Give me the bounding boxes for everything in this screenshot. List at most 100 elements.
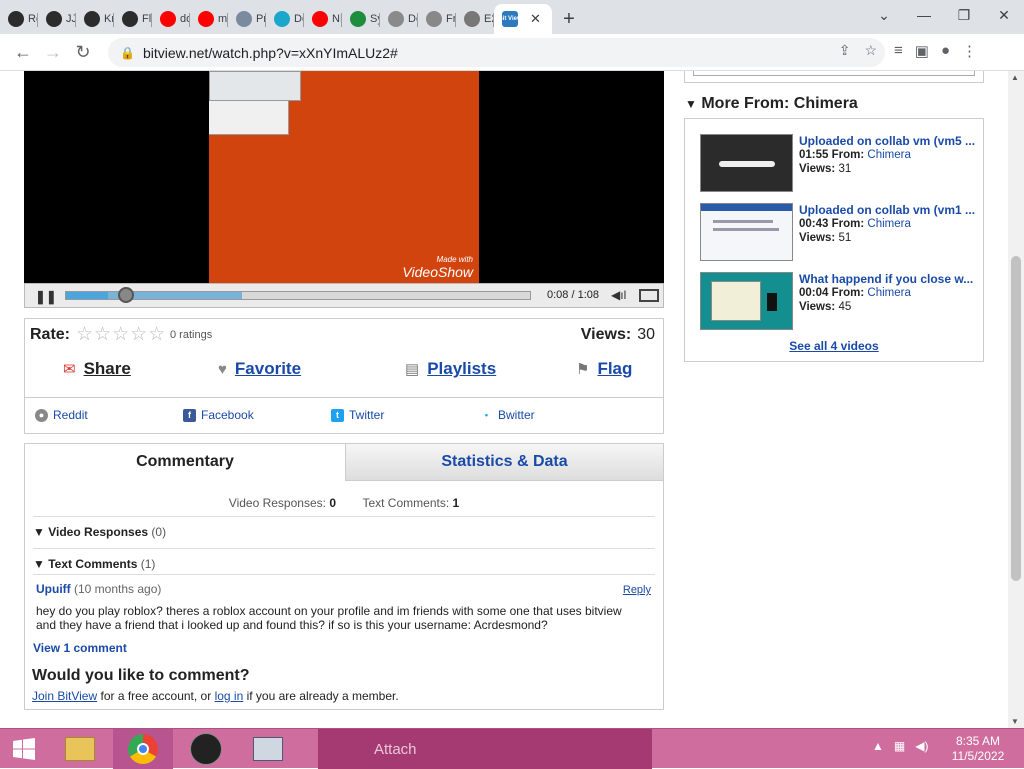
- share-facebook[interactable]: f Facebook: [183, 408, 254, 422]
- tab-0[interactable]: Rol: [0, 4, 38, 34]
- join-link[interactable]: Join BitView: [32, 689, 97, 703]
- bwitter-label[interactable]: Bwitter: [498, 408, 535, 422]
- new-tab-button[interactable]: +: [552, 4, 586, 34]
- tab-strip: Rol JJS Km Flu do ma Pri Do NE Syr Do Fre E2( Bit Vi…: [0, 0, 1024, 34]
- address-bar[interactable]: 🔒 bitview.net/watch.php?v=xXnYImALUz2# ⇪…: [108, 38, 885, 67]
- tab-search-icon[interactable]: ⌄: [864, 0, 904, 30]
- video-author[interactable]: Chimera: [867, 287, 910, 299]
- sidebar-input-edge[interactable]: [693, 71, 975, 76]
- forward-icon[interactable]: →: [38, 42, 68, 63]
- attach-button[interactable]: Attach: [318, 729, 652, 769]
- tab-10[interactable]: Do: [380, 4, 418, 34]
- video-thumbnail[interactable]: [700, 134, 793, 192]
- monitor-taskbar-icon[interactable]: [238, 729, 298, 769]
- page-scrollbar[interactable]: ▲ ▼: [1008, 71, 1024, 728]
- close-tab-icon[interactable]: ✕: [530, 11, 541, 27]
- tab-8[interactable]: NE: [304, 4, 342, 34]
- view-comments-link[interactable]: View 1 comment: [33, 641, 127, 655]
- join-text-mid: for a free account, or: [97, 689, 215, 703]
- tab-commentary[interactable]: Commentary: [25, 444, 345, 481]
- tab-12[interactable]: E2(: [456, 4, 494, 34]
- seek-handle[interactable]: [118, 287, 134, 303]
- video-player[interactable]: Made with VideoShow: [24, 71, 664, 283]
- side-panel-icon[interactable]: ▣: [915, 42, 929, 60]
- tab-3[interactable]: Flu: [114, 4, 152, 34]
- playlists-label[interactable]: Playlists: [427, 359, 496, 379]
- video-title[interactable]: What happend if you close w...: [799, 272, 979, 286]
- video-thumbnail[interactable]: [700, 203, 793, 261]
- reply-link[interactable]: Reply: [623, 584, 651, 596]
- tab-6[interactable]: Pri: [228, 4, 266, 34]
- tab-1[interactable]: JJS: [38, 4, 76, 34]
- scrollbar-thumb[interactable]: [1011, 256, 1021, 581]
- related-video-item[interactable]: What happend if you close w... 00:04 Fro…: [700, 272, 985, 332]
- video-thumbnail[interactable]: [700, 272, 793, 330]
- volume-tray-icon[interactable]: ◀): [915, 739, 928, 753]
- scroll-down-icon[interactable]: ▼: [1011, 717, 1019, 726]
- tab-active-bitview[interactable]: Bit View ✕: [494, 4, 552, 34]
- twitter-label[interactable]: Twitter: [349, 408, 384, 422]
- chrome-taskbar-icon[interactable]: [113, 729, 173, 769]
- thumb-graphic: [713, 220, 773, 223]
- share-page-icon[interactable]: ⇪: [839, 42, 851, 59]
- text-comments-section-header[interactable]: ▼ Text Comments (1): [33, 548, 655, 571]
- video-title[interactable]: Uploaded on collab vm (vm1 ...: [799, 203, 979, 217]
- url-text[interactable]: bitview.net/watch.php?v=xXnYImALUz2#: [143, 45, 398, 61]
- share-twitter[interactable]: t Twitter: [331, 408, 384, 422]
- fullscreen-icon[interactable]: [639, 289, 659, 302]
- video-meta: 01:55 From: Chimera: [799, 149, 911, 161]
- tab-9[interactable]: Syr: [342, 4, 380, 34]
- file-explorer-icon[interactable]: [50, 729, 110, 769]
- flag-button[interactable]: ⚑ Flag: [576, 359, 632, 379]
- progress-bar[interactable]: [65, 291, 531, 300]
- see-all-videos-link[interactable]: See all 4 videos: [685, 339, 983, 353]
- app-taskbar-icon[interactable]: [176, 729, 236, 769]
- start-button[interactable]: [0, 729, 48, 769]
- tab-2[interactable]: Km: [76, 4, 114, 34]
- rating-stars[interactable]: ☆☆☆☆☆: [76, 323, 166, 346]
- related-video-item[interactable]: Uploaded on collab vm (vm5 ... 01:55 Fro…: [700, 134, 985, 194]
- pause-icon[interactable]: ❚❚: [35, 289, 57, 305]
- system-clock[interactable]: 8:35 AM 11/5/2022: [948, 734, 1008, 764]
- share-button[interactable]: ✉ Share: [63, 359, 131, 379]
- reload-icon[interactable]: ↻: [68, 42, 98, 63]
- video-responses-count: 0: [329, 496, 336, 510]
- video-responses-section-count: (0): [151, 525, 167, 539]
- network-icon[interactable]: ▦: [894, 739, 905, 753]
- related-video-item[interactable]: Uploaded on collab vm (vm1 ... 00:43 Fro…: [700, 203, 985, 263]
- chrome-logo: [128, 734, 158, 764]
- show-hidden-icons[interactable]: ▲: [872, 739, 884, 753]
- video-author[interactable]: Chimera: [867, 218, 910, 230]
- tab-7[interactable]: Do: [266, 4, 304, 34]
- favorite-label[interactable]: Favorite: [235, 359, 301, 379]
- close-window-button[interactable]: ✕: [984, 0, 1024, 30]
- flag-label[interactable]: Flag: [597, 359, 632, 379]
- volume-icon[interactable]: ◀ıl: [611, 288, 626, 302]
- tab-5[interactable]: ma: [190, 4, 228, 34]
- tab-11[interactable]: Fre: [418, 4, 456, 34]
- video-duration: 00:43: [799, 218, 829, 230]
- video-author[interactable]: Chimera: [867, 149, 910, 161]
- reading-list-icon[interactable]: ≡: [894, 42, 903, 60]
- facebook-label[interactable]: Facebook: [201, 408, 254, 422]
- scroll-up-icon[interactable]: ▲: [1011, 73, 1019, 82]
- favorite-button[interactable]: ♥ Favorite: [218, 359, 301, 379]
- video-title[interactable]: Uploaded on collab vm (vm5 ...: [799, 134, 979, 148]
- minimize-button[interactable]: —: [904, 0, 944, 30]
- playlists-button[interactable]: ▤ Playlists: [405, 359, 496, 379]
- tab-4[interactable]: do: [152, 4, 190, 34]
- profile-avatar-icon[interactable]: ●: [941, 42, 950, 60]
- menu-icon[interactable]: ⋮: [962, 42, 977, 60]
- more-from-heading[interactable]: ▼ More From: Chimera: [685, 95, 858, 113]
- bookmark-star-icon[interactable]: ☆: [864, 42, 877, 59]
- comment-username[interactable]: Upuiff: [36, 582, 71, 596]
- share-reddit[interactable]: ● Reddit: [35, 408, 88, 422]
- video-responses-section-header[interactable]: ▼ Video Responses (0): [33, 516, 655, 539]
- reddit-label[interactable]: Reddit: [53, 408, 88, 422]
- restore-button[interactable]: ❐: [944, 0, 984, 30]
- login-link[interactable]: log in: [215, 689, 244, 703]
- back-icon[interactable]: ←: [8, 42, 38, 63]
- tab-statistics[interactable]: Statistics & Data: [345, 444, 663, 481]
- share-label[interactable]: Share: [84, 359, 131, 379]
- share-bwitter[interactable]: • Bwitter: [480, 408, 535, 422]
